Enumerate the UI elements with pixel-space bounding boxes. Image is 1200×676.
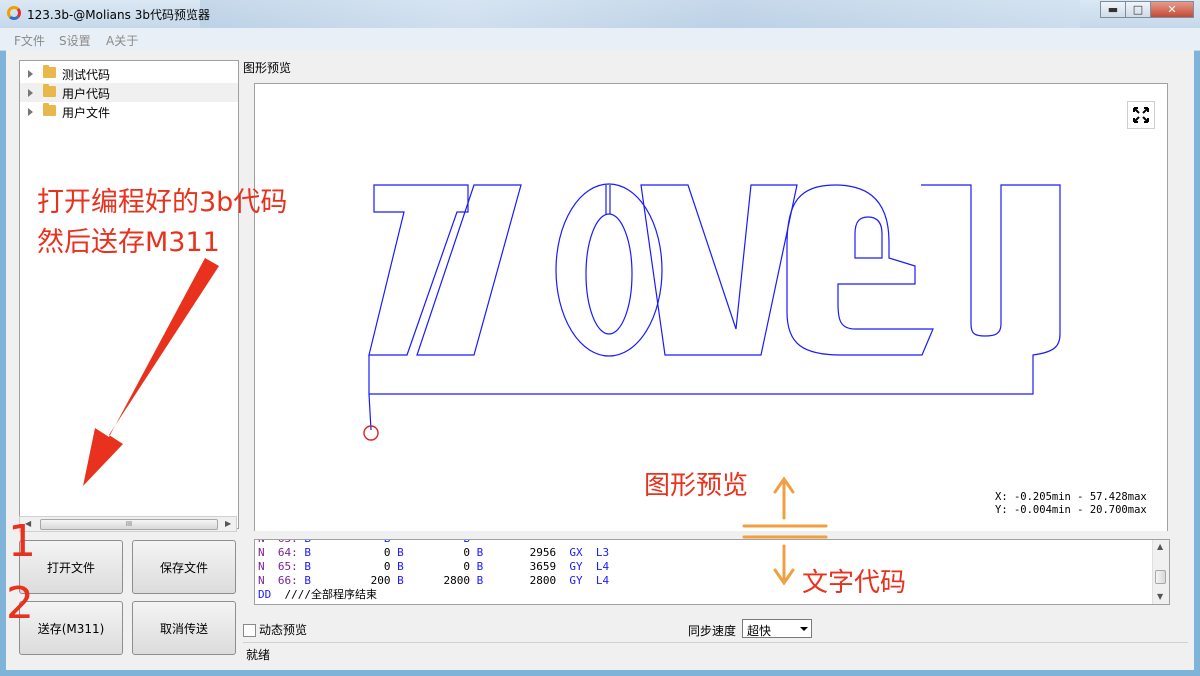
folder-icon — [43, 84, 56, 97]
window-title: 123.3b-@Molians 3b代码预览器 — [27, 8, 210, 22]
expand-arrow-icon[interactable] — [28, 89, 33, 97]
scroll-right-icon[interactable]: ▶ — [225, 519, 231, 528]
scrollbar-thumb[interactable] — [1155, 570, 1166, 584]
fullscreen-icon — [1133, 107, 1149, 123]
annotation-step-1: 1 — [8, 516, 36, 567]
code-line: N 64: B 0 B 0 B 2956 GX L3 — [258, 546, 610, 559]
toolpath-letter-o-outer — [555, 183, 663, 357]
sync-speed-select[interactable]: 超快 — [742, 619, 812, 638]
annotation-instruction-line1: 打开编程好的3b代码 — [37, 187, 288, 218]
expand-arrow-icon[interactable] — [28, 108, 33, 116]
window-controls: ▬ □ ✕ — [1100, 1, 1194, 19]
tree-item-label: 用户代码 — [62, 87, 111, 101]
close-button[interactable]: ✕ — [1150, 1, 1194, 18]
coord-range-x: X: -0.205min - 57.428max — [995, 491, 1147, 503]
fullscreen-toggle[interactable] — [1127, 101, 1155, 129]
status-text: 就绪 — [246, 648, 271, 662]
code-vertical-scrollbar[interactable]: ▲ ▼ — [1152, 540, 1169, 604]
annotation-step-2: 2 — [6, 578, 34, 629]
sync-speed-value: 超快 — [747, 624, 772, 638]
code-line-end: DD ////全部程序结束 — [258, 588, 377, 601]
menu-settings[interactable]: S设置 — [59, 32, 91, 49]
dropdown-arrow-icon — [800, 627, 808, 631]
toolpath-letter-e — [786, 184, 934, 356]
code-line: N 65: B 0 B 0 B 3659 GY L4 — [258, 560, 610, 573]
dynamic-preview-checkbox[interactable] — [243, 624, 256, 637]
annotation-red-arrow-icon — [83, 258, 219, 486]
tree-item-user-code[interactable]: 用户代码 — [20, 83, 238, 102]
tree-item-test-code[interactable]: 测试代码 — [20, 64, 238, 83]
tree-horizontal-scrollbar[interactable]: ◀ III ▶ — [19, 516, 237, 532]
minimize-button[interactable]: ▬ — [1100, 1, 1126, 18]
splitter[interactable] — [248, 531, 1174, 539]
annotation-preview-hint: 图形预览 — [644, 471, 749, 501]
toolpath-lead-in — [368, 393, 372, 431]
code-listing[interactable]: N 63: B B B N 64: B 0 B 0 B 2956 GX L3 N… — [254, 539, 1170, 605]
toolpath-letter-o-inner — [585, 213, 633, 335]
folder-icon — [43, 65, 56, 78]
status-bar: 就绪 — [243, 642, 1188, 663]
tree-item-label: 测试代码 — [62, 68, 111, 82]
folder-icon — [43, 103, 56, 116]
taskbar-thumbnails-strip — [200, 0, 1080, 28]
app-icon — [7, 6, 21, 20]
cancel-transfer-button[interactable]: 取消传送 — [132, 601, 236, 655]
title-bar: 123.3b-@Molians 3b代码预览器 ▬ □ ✕ — [0, 0, 1200, 29]
toolpath-letter-v — [640, 184, 798, 356]
annotation-orange-arrows-icon — [742, 476, 828, 586]
maximize-button[interactable]: □ — [1125, 1, 1151, 18]
tree-item-user-files[interactable]: 用户文件 — [20, 102, 238, 121]
scroll-down-icon[interactable]: ▼ — [1157, 592, 1163, 601]
menu-file[interactable]: F文件 — [14, 32, 45, 49]
toolpath-letter-u — [368, 184, 1061, 395]
tree-item-label: 用户文件 — [62, 106, 111, 120]
menu-about[interactable]: A关于 — [106, 32, 138, 49]
preview-group-label: 图形预览 — [243, 61, 292, 75]
dynamic-preview-label: 动态预览 — [259, 623, 308, 637]
expand-arrow-icon[interactable] — [28, 70, 33, 78]
scroll-grip: III — [125, 520, 133, 528]
code-line: N 66: B 200 B 2800 B 2800 GY L4 — [258, 574, 610, 587]
code-line-partial: N 63: B B B — [258, 540, 470, 546]
toolpath-letter-l — [416, 184, 522, 356]
scroll-up-icon[interactable]: ▲ — [1157, 542, 1163, 551]
send-m311-button[interactable]: 送存(M311) — [19, 601, 123, 655]
save-file-button[interactable]: 保存文件 — [132, 540, 236, 594]
scrollbar-thumb[interactable]: III — [40, 519, 218, 530]
toolpath-letter-t — [368, 184, 469, 356]
menu-bar: F文件 S设置 A关于 — [0, 28, 1200, 51]
coord-range-y: Y: -0.004min - 20.700max — [995, 504, 1147, 516]
sync-speed-label: 同步速度 — [688, 624, 737, 638]
